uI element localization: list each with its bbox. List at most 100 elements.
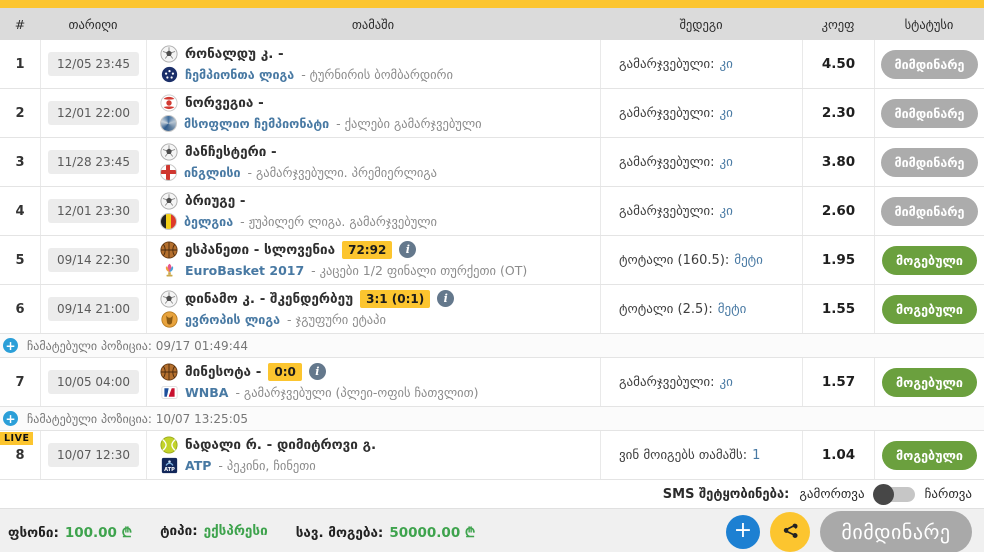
market-description: - ტურნირის ბომბარდირი [301, 67, 453, 82]
status-badge: მიმდინარე [880, 196, 979, 226]
market-description: - ჯგუფური ეტაპი [287, 312, 386, 327]
sms-notification-row: SMS შეტყობინება: გამორთვა ჩართვა [0, 480, 984, 508]
added-position-label: ჩამატებული პოზიცია: 10/07 13:25:05 [27, 411, 249, 426]
game-cell: რონალდუ კ. - ჩემპიონთა ლიგა - ტურნირის ბ… [146, 40, 600, 88]
status-cell: მოგებული [874, 358, 984, 406]
table-header: # თარიღი თამაში შედეგი კოეფ სტატუსი [0, 8, 984, 40]
team-name: რონალდუ კ. - [185, 45, 284, 62]
svg-text:ATP: ATP [164, 467, 175, 473]
handball-ball-icon [160, 94, 178, 112]
league-link[interactable]: ATP [185, 458, 211, 473]
market-description: - ქალები გამარჯვებული [336, 116, 482, 131]
date-badge: 12/01 23:30 [48, 199, 139, 223]
status-badge: მოგებული [882, 367, 977, 397]
share-button[interactable] [770, 512, 810, 552]
status-cell: მიმდინარე [874, 187, 984, 235]
coefficient: 1.95 [802, 236, 874, 284]
result-cell: გამარჯვებული: კი [600, 40, 802, 88]
col-status: სტატუსი [904, 16, 954, 32]
coefficient: 1.57 [802, 358, 874, 406]
toggle-knob[interactable] [872, 483, 894, 505]
game-cell: ნორვეგია - მსოფლიო ჩემპიონატი - ქალები გ… [146, 89, 600, 137]
league-link[interactable]: WNBA [185, 385, 228, 400]
result-label: ვინ მოიგებს თამაშს: [619, 447, 748, 463]
result-cell: გამარჯვებული: კი [600, 187, 802, 235]
row-number: LIVE 8 [0, 431, 40, 479]
plus-icon[interactable]: + [3, 338, 18, 353]
info-icon[interactable]: i [437, 290, 455, 307]
info-icon[interactable]: i [308, 363, 326, 380]
col-number: # [14, 16, 26, 32]
result-cell: გამარჯვებული: კი [600, 358, 802, 406]
date-badge: 09/14 22:30 [48, 248, 139, 272]
league-link[interactable]: ბელგია [184, 214, 233, 229]
bet-row: 1 12/05 23:45 რონალდუ კ. - ჩემპიონთა ლიგ… [0, 40, 984, 89]
europa-league-icon [160, 311, 178, 329]
league-link[interactable]: ჩემპიონთა ლიგა [185, 67, 294, 82]
team-name: ბრიუგე - [185, 193, 246, 209]
row-number-text: 8 [15, 447, 25, 463]
score-badge: 3:1 (0:1) [360, 289, 431, 308]
status-badge: მიმდინარე [880, 98, 979, 128]
score-badge: 0:0 [268, 362, 302, 381]
share-icon [783, 523, 798, 538]
add-button[interactable]: + [726, 515, 760, 549]
bet-summary-bar: ფსონი: 100.00 ₾ ტიპი: ექსპრესი სავ. მოგება… [0, 508, 984, 552]
row-number: 6 [15, 301, 25, 317]
added-position-row: + ჩამატებული პოზიცია: 09/17 01:49:44 [0, 334, 984, 358]
atp-logo-icon: ATP [160, 457, 178, 475]
added-position-label: ჩამატებული პოზიცია: 09/17 01:49:44 [27, 338, 249, 353]
bet-row: 7 10/05 04:00 მინესოტა - 0:0 i WNBA - გა… [0, 358, 984, 407]
date-cell: 10/05 04:00 [40, 358, 146, 406]
belgium-flag-icon [160, 213, 177, 230]
date-badge: 12/01 22:00 [48, 101, 139, 125]
date-badge: 09/14 21:00 [48, 297, 139, 321]
stake-label: ფსონი: [8, 525, 59, 541]
team-name: დინამო კ. - შკენდერბეუ [185, 290, 354, 307]
status-badge: მიმდინარე [880, 49, 979, 79]
team-name: ნადალი რ. - დიმიტროვი გ. [185, 436, 377, 453]
coefficient: 1.04 [802, 431, 874, 479]
stake: ფსონი: 100.00 ₾ [8, 523, 132, 541]
world-championship-icon [160, 115, 177, 132]
sms-off-label: გამორთვა [799, 486, 865, 502]
info-icon[interactable]: i [399, 241, 417, 258]
result-cell: ტოტალი (2.5): მეტი [600, 285, 802, 333]
game-cell: ესპანეთი - სლოვენია 72:92 i EuroBasket 2… [146, 236, 600, 284]
league-link[interactable]: ევროპის ლიგა [185, 312, 280, 327]
stake-info: ფსონი: 100.00 ₾ ტიპი: ექსპრესი სავ. მოგება… [8, 523, 475, 541]
date-cell: 11/28 23:45 [40, 138, 146, 186]
league-link[interactable]: მსოფლიო ჩემპიონატი [184, 116, 329, 131]
market-description: - პეკინი, ჩინეთი [218, 458, 316, 473]
row-number: 4 [15, 203, 25, 219]
market-description: - გამარჯვებული. პრემიერლიგა [247, 165, 437, 180]
bet-type: ტიპი: ექსპრესი [160, 523, 268, 541]
sms-toggle[interactable] [872, 483, 915, 505]
result-label: გამარჯვებული: [619, 203, 715, 219]
wnba-logo-icon [160, 384, 178, 402]
soccer-ball-icon [160, 192, 178, 210]
win-value: 50000.00 ₾ [389, 525, 476, 541]
team-name: ნორვეგია - [185, 95, 264, 111]
league-link[interactable]: ინგლისი [184, 165, 241, 180]
plus-icon[interactable]: + [3, 411, 18, 426]
type-label: ტიპი: [160, 523, 198, 539]
score-badge: 72:92 [342, 240, 393, 259]
status-cell: მოგებული [874, 431, 984, 479]
bet-row: 4 12/01 23:30 ბრიუგე - ბელგია - ჟუპილერ … [0, 187, 984, 236]
coefficient: 2.30 [802, 89, 874, 137]
result-cell: გამარჯვებული: კი [600, 138, 802, 186]
status-badge: მიმდინარე [880, 147, 979, 177]
team-name: მანჩესტერი - [185, 144, 277, 160]
soccer-ball-icon [160, 289, 178, 308]
result-value: 1 [752, 447, 761, 463]
game-cell: ნადალი რ. - დიმიტროვი გ. ATP ATP - პეკინ… [146, 431, 600, 479]
date-badge: 10/07 12:30 [48, 443, 139, 467]
status-cell: მიმდინარე [874, 138, 984, 186]
league-link[interactable]: EuroBasket 2017 [185, 263, 304, 278]
col-coef: კოეფ [821, 16, 855, 32]
overall-status-button: მიმდინარე [820, 511, 972, 552]
col-result: შედეგი [679, 16, 723, 32]
result-label: გამარჯვებული: [619, 374, 715, 390]
date-cell: 12/01 22:00 [40, 89, 146, 137]
